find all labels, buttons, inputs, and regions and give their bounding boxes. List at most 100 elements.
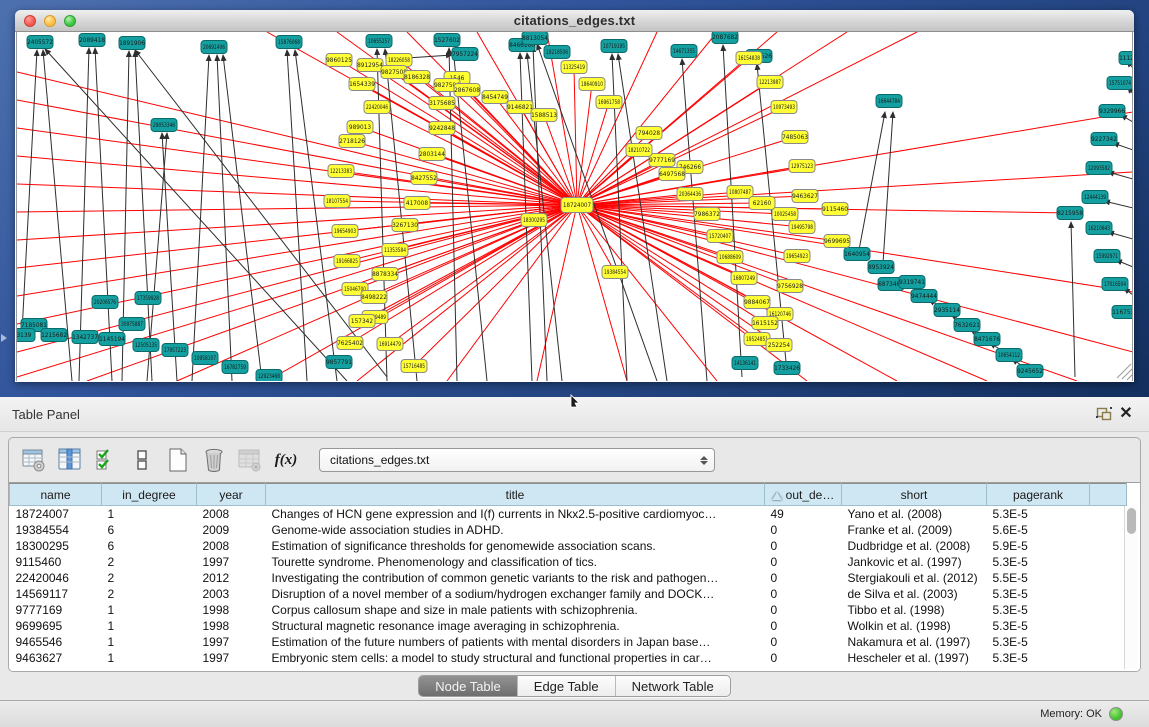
graph-node-yellow[interactable]: 12213383	[328, 165, 354, 178]
table-cell[interactable]: 0	[765, 570, 842, 586]
graph-node-teal[interactable]: 8813054	[522, 32, 548, 45]
table-row[interactable]: 911546021997Tourette syndrome. Phenomeno…	[10, 554, 1127, 570]
citation-network-graph[interactable]: 2405572208941818919062069140615876068106…	[17, 32, 1133, 381]
graph-node-yellow[interactable]: 9699695	[824, 235, 850, 248]
graph-node-yellow[interactable]: 2867608	[454, 84, 480, 97]
graph-node-yellow[interactable]: 417008	[404, 197, 430, 210]
table-cell[interactable]: 0	[765, 586, 842, 602]
graph-node-teal[interactable]: 1167534	[1112, 306, 1133, 319]
table-cell[interactable]: Estimation of the future numbers of pati…	[266, 634, 765, 650]
table-cell[interactable]: 0	[765, 650, 842, 666]
row-options-button[interactable]	[127, 445, 157, 475]
tab-edge-table[interactable]: Edge Table	[518, 676, 616, 696]
tab-network-table[interactable]: Network Table	[616, 676, 730, 696]
column-header-out-de-[interactable]: out_de…	[765, 484, 842, 506]
table-cell[interactable]: 5.3E-5	[987, 602, 1090, 618]
graph-node-teal[interactable]: 1891906	[119, 37, 145, 50]
table-cell[interactable]: 1997	[197, 634, 266, 650]
graph-node-teal[interactable]: 20691406	[201, 41, 227, 54]
graph-node-yellow[interactable]: 1654339	[349, 78, 375, 91]
graph-node-teal[interactable]: 1640954	[844, 248, 870, 261]
graph-node-teal[interactable]: 30975887	[119, 318, 145, 331]
graph-node-yellow[interactable]: 10807487	[727, 186, 753, 199]
graph-node-teal[interactable]: 9329966	[1099, 105, 1125, 118]
graph-node-yellow[interactable]: 1588513	[531, 109, 557, 122]
table-cell[interactable]: Tibbo et al. (1998)	[842, 602, 987, 618]
graph-node-yellow[interactable]: 19654923	[784, 250, 810, 263]
table-row[interactable]: 969969511998Structural magnetic resonanc…	[10, 618, 1127, 634]
table-row[interactable]: 1830029562008Estimation of significance …	[10, 538, 1127, 554]
graph-node-yellow[interactable]: 16914479	[377, 338, 403, 351]
graph-node-teal[interactable]: 93139	[17, 329, 35, 342]
column-header-title[interactable]: title	[266, 484, 765, 506]
table-cell[interactable]: 1998	[197, 618, 266, 634]
column-settings-button[interactable]	[19, 445, 49, 475]
graph-node-teal[interactable]: 17016504	[1102, 278, 1128, 291]
graph-node-teal[interactable]: 7632621	[954, 319, 980, 332]
column-header-pagerank[interactable]: pagerank	[987, 484, 1090, 506]
table-cell[interactable]: 0	[765, 634, 842, 650]
table-cell[interactable]: Franke et al. (2009)	[842, 522, 987, 538]
graph-node-yellow[interactable]: 8186328	[404, 71, 430, 84]
graph-node-teal[interactable]: 10958107	[192, 352, 218, 365]
graph-node-yellow[interactable]: 11353584	[382, 244, 408, 257]
table-row[interactable]: 1456911722003Disruption of a novel membe…	[10, 586, 1127, 602]
graph-node-teal[interactable]: 2405572	[27, 36, 53, 49]
table-cell[interactable]: Estimation of significance thresholds fo…	[266, 538, 765, 554]
table-cell[interactable]: 2008	[197, 506, 266, 522]
graph-node-yellow[interactable]: 8878334	[372, 268, 398, 281]
table-cell[interactable]: 18724007	[10, 506, 102, 522]
window-resize-grip[interactable]	[1117, 364, 1133, 380]
float-panel-button[interactable]	[1093, 403, 1115, 425]
panel-collapse-arrow[interactable]	[1, 334, 7, 342]
graph-node-yellow[interactable]: 794028	[636, 127, 662, 140]
graph-node-yellow[interactable]: 11325419	[561, 61, 587, 74]
graph-node-yellow[interactable]: 9884067	[744, 296, 770, 309]
graph-node-teal[interactable]: 9319741	[899, 276, 925, 289]
table-row[interactable]: 977716911998Corpus callosum shape and si…	[10, 602, 1127, 618]
function-builder-button[interactable]: f(x)	[271, 445, 301, 475]
graph-node-teal[interactable]: 16644784	[876, 95, 902, 108]
graph-node-yellow[interactable]: 252254	[766, 339, 792, 352]
table-cell[interactable]: 5.3E-5	[987, 506, 1090, 522]
table-cell[interactable]: Structural magnetic resonance image aver…	[266, 618, 765, 634]
graph-node-teal[interactable]: 9245652	[1017, 365, 1043, 378]
graph-node-teal[interactable]: 29053346	[151, 119, 177, 132]
table-cell[interactable]: Dudbridge et al. (2008)	[842, 538, 987, 554]
graph-node-teal[interactable]: 19218506	[544, 46, 570, 59]
table-cell[interactable]: 0	[765, 602, 842, 618]
graph-node-teal[interactable]: 8215958	[1057, 207, 1083, 220]
graph-node-teal[interactable]: 7957224	[452, 48, 478, 61]
table-cell[interactable]: 19384554	[10, 522, 102, 538]
table-cell[interactable]: 5.3E-5	[987, 618, 1090, 634]
table-cell[interactable]: 5.3E-5	[987, 554, 1090, 570]
graph-node-yellow[interactable]: 18300295	[521, 214, 547, 227]
graph-node-teal[interactable]: 12923468	[256, 370, 282, 382]
graph-node-yellow[interactable]: 2803144	[419, 148, 445, 161]
table-vertical-scrollbar[interactable]	[1124, 506, 1138, 669]
network-view-window[interactable]: citations_edges.txt 24055722089418189190…	[15, 10, 1134, 382]
table-cell[interactable]: Stergiakouli et al. (2012)	[842, 570, 987, 586]
graph-node-yellow[interactable]: 9463627	[792, 190, 818, 203]
memory-status-indicator[interactable]	[1109, 707, 1123, 721]
graph-node-teal[interactable]: 2935114	[934, 304, 960, 317]
graph-node-yellow[interactable]: 18724007	[561, 198, 593, 213]
graph-node-yellow[interactable]: 12213987	[757, 76, 783, 89]
graph-node-yellow[interactable]: 15716485	[401, 360, 427, 373]
graph-node-yellow[interactable]: 18226058	[386, 54, 412, 67]
graph-node-teal[interactable]: 8953924	[868, 261, 894, 274]
table-cell[interactable]: 1	[102, 650, 197, 666]
graph-node-yellow[interactable]: 15720407	[707, 230, 733, 243]
graph-node-yellow[interactable]: 18210722	[626, 144, 652, 157]
table-row[interactable]: 946362711997Embryonic stem cells: a mode…	[10, 650, 1127, 666]
graph-node-teal[interactable]: 16782759	[222, 361, 248, 374]
table-cell[interactable]: 2008	[197, 538, 266, 554]
table-cell[interactable]: 9115460	[10, 554, 102, 570]
graph-node-teal[interactable]: 1215682	[41, 329, 67, 342]
table-cell[interactable]: Disruption of a novel member of a sodium…	[266, 586, 765, 602]
graph-node-yellow[interactable]: 20364436	[677, 188, 703, 201]
graph-node-yellow[interactable]: 9242848	[429, 122, 455, 135]
table-cell[interactable]: 0	[765, 618, 842, 634]
table-cell[interactable]: 5.9E-5	[987, 538, 1090, 554]
table-cell[interactable]: de Silva et al. (2003)	[842, 586, 987, 602]
